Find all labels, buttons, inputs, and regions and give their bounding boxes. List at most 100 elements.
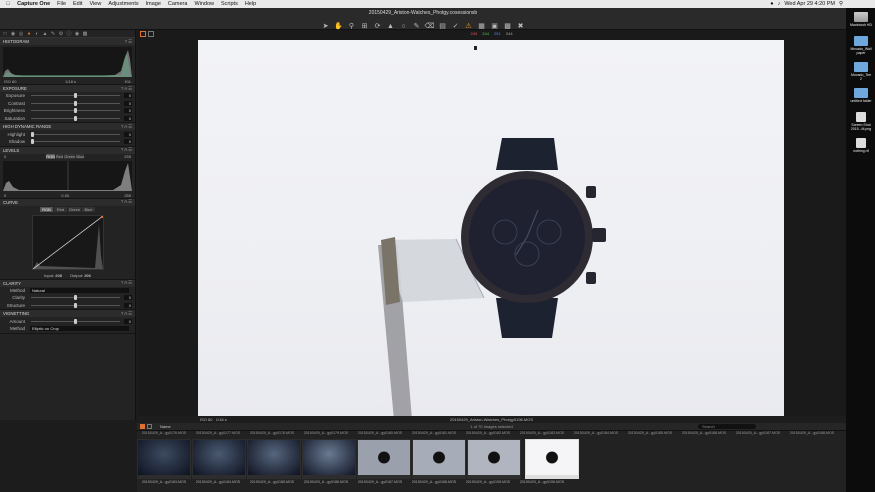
spotlight-icon[interactable]: ⚲ [839, 1, 843, 7]
shadow-value[interactable]: 0 [124, 139, 132, 145]
thumb-name: 20150429_A...gy0182.MOS [465, 431, 511, 435]
local-adjust-tab-icon[interactable]: ✎ [50, 31, 56, 37]
curve-editor[interactable] [31, 214, 104, 270]
levels-tab-rgb[interactable]: RGB [46, 153, 55, 159]
menu-scripts[interactable]: Scripts [221, 1, 238, 7]
exposure-value[interactable]: 0 [124, 93, 132, 99]
section-controls-icon[interactable]: ? A ☰ [121, 199, 132, 205]
app-menu[interactable]: Capture One [17, 1, 50, 7]
exposure-slider[interactable] [31, 93, 120, 99]
color-tab-icon[interactable]: ● [26, 31, 32, 37]
exposure-header[interactable]: EXPOSURE ? A ☰ [0, 85, 135, 92]
desktop-item-folder[interactable]: Movado_Wall paper [850, 36, 872, 55]
highlight-slider[interactable] [31, 131, 120, 137]
menu-camera[interactable]: Camera [168, 1, 188, 7]
thumbnail[interactable] [412, 439, 466, 479]
curve-header[interactable]: CURVE ? A ☰ [0, 198, 135, 206]
curve-tab-green[interactable]: Green [68, 206, 81, 212]
structure-slider[interactable] [31, 303, 120, 309]
section-controls-icon[interactable]: ? ☰ [125, 39, 132, 45]
section-controls-icon[interactable]: ? A ☰ [121, 311, 132, 317]
curve-tab-blue[interactable]: Blue [82, 206, 95, 212]
library-tab-icon[interactable]: □ [2, 31, 8, 37]
clarity-header[interactable]: CLARITY ? A ☰ [0, 279, 135, 287]
section-controls-icon[interactable]: ? A ☰ [121, 280, 132, 286]
vignetting-method-select[interactable]: Elliptic on Crop [30, 326, 129, 332]
histogram-header[interactable]: HISTOGRAM ? ☰ [0, 38, 135, 45]
levels-title: LEVELS [3, 147, 20, 153]
levels-tab-blue[interactable]: Blue [76, 153, 85, 159]
thumbnail[interactable] [137, 439, 191, 479]
volume-icon[interactable]: ♪ [778, 1, 781, 7]
exposure-tab-icon[interactable]: ◐ [34, 31, 40, 37]
vignetting-amount-slider[interactable] [31, 318, 120, 324]
thumbnail-image [358, 440, 410, 475]
vignetting-amount-value[interactable]: 0 [124, 318, 132, 324]
main-photo[interactable] [198, 40, 784, 416]
thumbnail[interactable] [467, 439, 521, 479]
levels-tab-red[interactable]: Red [55, 153, 64, 159]
desktop-item-screenshot[interactable]: Screen Shot 2015...M.png [850, 112, 872, 131]
batch-tab-icon[interactable]: ▩ [82, 31, 88, 37]
thumbnail[interactable] [192, 439, 246, 479]
desktop-item-rtf[interactable]: nothing.rtf [850, 138, 872, 153]
clarity-slider[interactable] [31, 295, 120, 301]
menu-help[interactable]: Help [245, 1, 256, 7]
thumbnail-selected[interactable] [525, 439, 579, 479]
curve-input-value[interactable]: 208 [55, 273, 62, 278]
levels-low[interactable]: 0 [4, 154, 6, 159]
menu-file[interactable]: File [57, 1, 66, 7]
menu-image[interactable]: Image [146, 1, 161, 7]
shadow-slider[interactable] [31, 139, 120, 145]
search-input[interactable]: Search [698, 424, 756, 429]
lens-tab-icon[interactable]: ◎ [18, 31, 24, 37]
adjust-tab-icon[interactable]: ⚙ [58, 31, 64, 37]
details-tab-icon[interactable]: ▲ [42, 31, 48, 37]
brightness-value[interactable]: 0 [124, 108, 132, 114]
section-controls-icon[interactable]: ? A ☰ [121, 86, 132, 92]
vignetting-header[interactable]: VIGNETTING ? A ☰ [0, 310, 135, 318]
thumbnail[interactable] [357, 439, 411, 479]
levels-histogram[interactable] [3, 160, 132, 191]
curve-tab-rgb[interactable]: RGB [40, 206, 53, 212]
clock[interactable]: Wed Apr 29 4:20 PM [784, 1, 835, 7]
wifi-icon[interactable]: ● [770, 1, 773, 7]
output-tab-icon[interactable]: ◉ [74, 31, 80, 37]
curve-tab-red[interactable]: Red [54, 206, 67, 212]
brightness-slider[interactable] [31, 108, 120, 114]
menu-edit[interactable]: Edit [73, 1, 82, 7]
thumb-name: 20150429_A...gy0187.MOS [357, 480, 403, 484]
levels-mid[interactable]: 0.00 [61, 193, 69, 198]
levels-high[interactable]: 255 [124, 154, 131, 159]
levels-tab-green[interactable]: Green [64, 153, 76, 159]
folder-icon [854, 88, 868, 98]
levels-left-num[interactable]: 0 [4, 193, 6, 198]
hdr-header[interactable]: HIGH DYNAMIC RANGE ? A ☰ [0, 123, 135, 131]
levels-right-num[interactable]: 255 [124, 193, 131, 198]
saturation-slider[interactable] [31, 116, 120, 122]
levels-header[interactable]: LEVELS ? A ☰ [0, 146, 135, 154]
highlight-value[interactable]: 0 [124, 131, 132, 137]
curve-output-value[interactable]: 206 [84, 273, 91, 278]
slider-label: Saturation [4, 116, 25, 122]
desktop-item-folder[interactable]: Movado_Tee 2 [850, 62, 872, 81]
structure-value[interactable]: 0 [124, 303, 132, 309]
section-controls-icon[interactable]: ? A ☰ [121, 147, 132, 153]
contrast-value[interactable]: 0 [124, 100, 132, 106]
apple-menu-icon[interactable]:  [6, 1, 10, 7]
clarity-value[interactable]: 0 [124, 295, 132, 301]
clarity-method-select[interactable]: Natural [30, 287, 129, 293]
viewer-status-bar: ISO 80 1/18 s 20150429_Ariston-Watches_P… [137, 416, 846, 423]
section-controls-icon[interactable]: ? A ☰ [121, 124, 132, 130]
capture-tab-icon[interactable]: ◉ [10, 31, 16, 37]
menu-adjustments[interactable]: Adjustments [108, 1, 138, 7]
metadata-tab-icon[interactable]: ⓘ [66, 31, 72, 37]
contrast-slider[interactable] [31, 100, 120, 106]
menu-view[interactable]: View [90, 1, 102, 7]
menu-window[interactable]: Window [194, 1, 214, 7]
desktop-item-folder[interactable]: untitled folder [850, 88, 872, 103]
thumbnail[interactable] [302, 439, 356, 479]
thumbnail[interactable] [247, 439, 301, 479]
desktop-item-macintosh-hd[interactable]: Macintosh HD [850, 12, 872, 27]
saturation-value[interactable]: 0 [124, 116, 132, 122]
